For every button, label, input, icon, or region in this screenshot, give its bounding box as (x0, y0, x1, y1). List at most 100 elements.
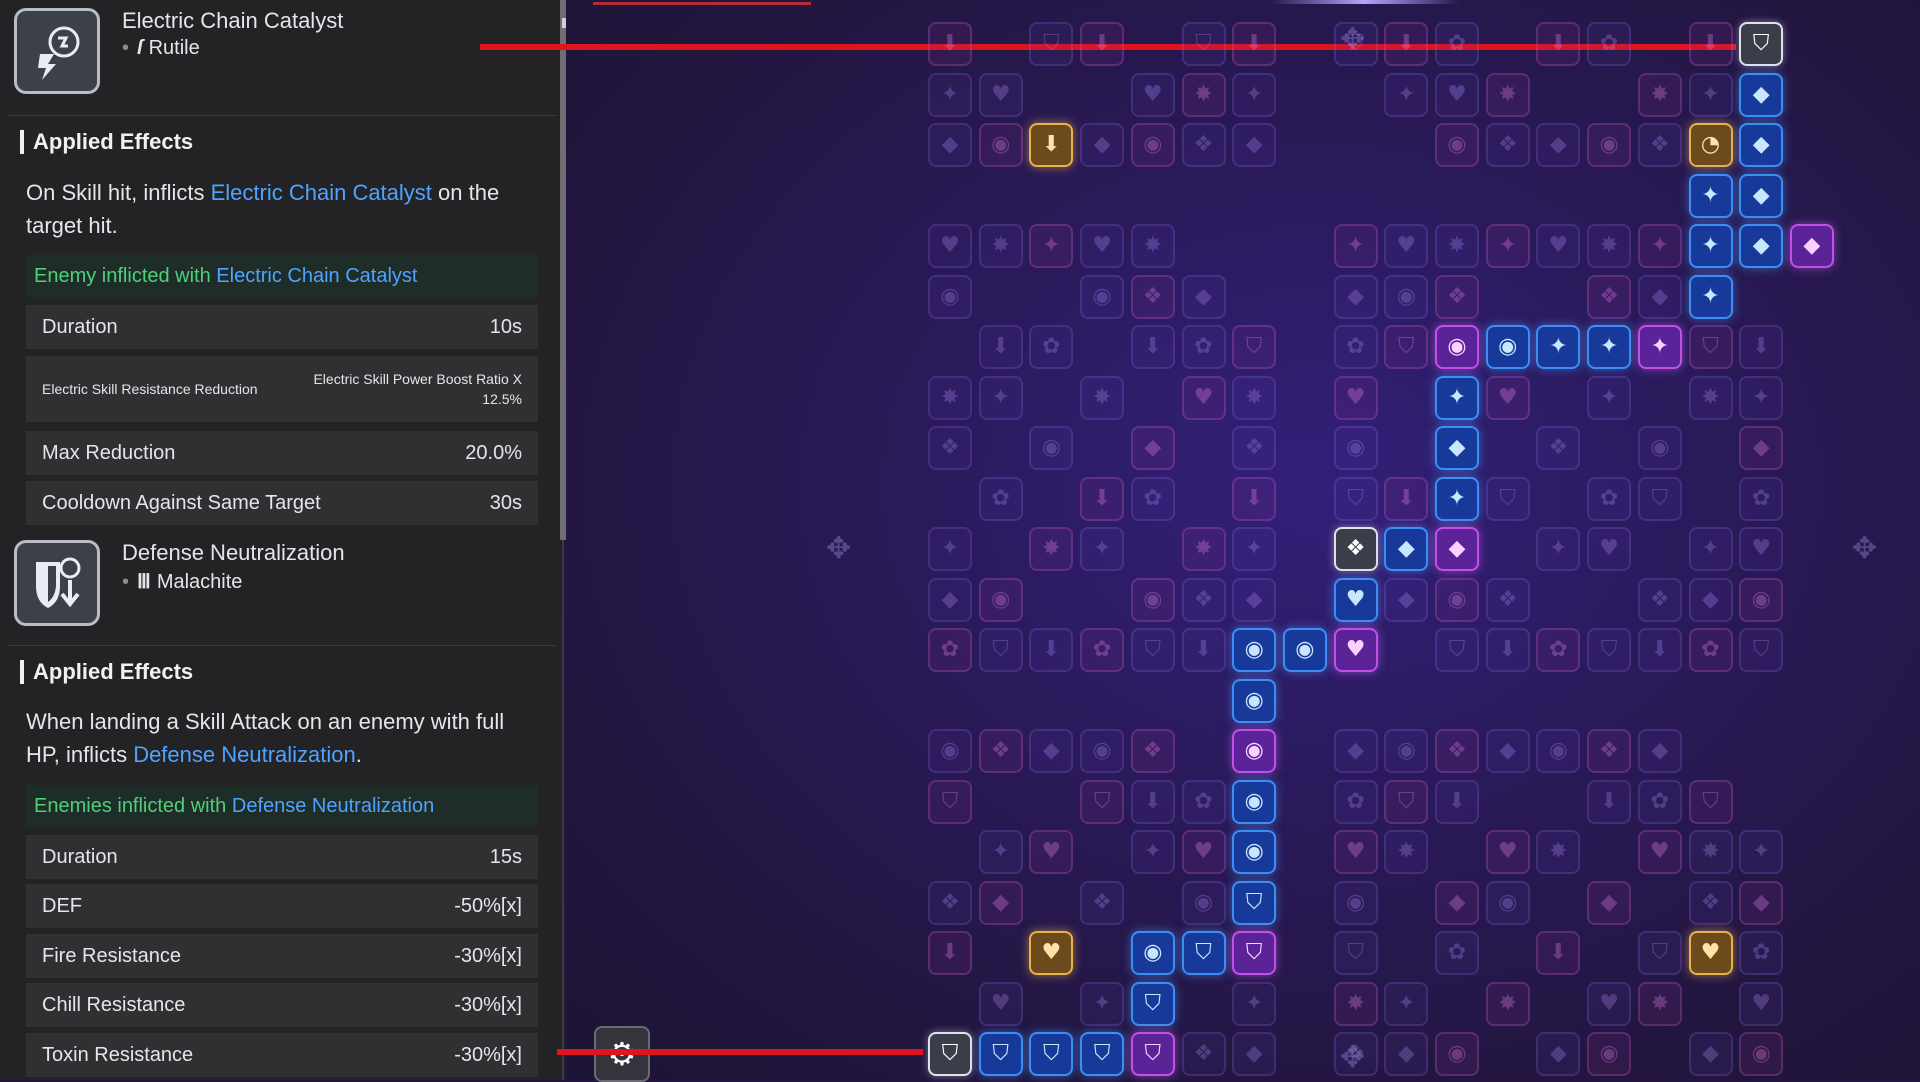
skill-node-locked[interactable]: ✦ (1232, 981, 1277, 1026)
skill-node-locked[interactable]: ◆ (928, 577, 972, 622)
skill-node-locked[interactable]: ❖ (1587, 274, 1632, 319)
skill-node-active[interactable]: ⛉ (1181, 931, 1226, 975)
skill-node-locked[interactable]: ✸ (928, 375, 972, 420)
skill-node-locked[interactable]: ◉ (928, 729, 972, 773)
skill-node-locked[interactable]: ◆ (1384, 577, 1429, 622)
skill-node-locked[interactable]: ❖ (1688, 880, 1733, 925)
skill-node-locked[interactable]: ⬇ (978, 325, 1023, 369)
skill-node-locked[interactable]: ⛉ (978, 628, 1023, 672)
skill-node-locked[interactable]: ❖ (928, 880, 972, 925)
skill-node-locked[interactable]: ◉ (1333, 880, 1378, 925)
skill-node-active[interactable]: ◉ (1282, 628, 1327, 672)
skill-node-active[interactable]: ◉ (1232, 729, 1277, 773)
skill-node-active[interactable]: ◉ (1232, 678, 1277, 723)
skill-node-locked[interactable]: ⬇ (1435, 779, 1479, 824)
skill-node-locked[interactable]: ◉ (1333, 426, 1378, 470)
skill-node-locked[interactable]: ✸ (1485, 72, 1530, 117)
skill-node-locked[interactable]: ⛉ (1435, 628, 1479, 672)
skill-node-locked[interactable]: ♥ (1181, 375, 1226, 420)
skill-node-active[interactable]: ✦ (1637, 325, 1682, 369)
skill-node-locked[interactable]: ⬇ (1080, 22, 1125, 66)
skill-node-locked[interactable]: ◆ (978, 880, 1023, 925)
skill-node-locked[interactable]: ◆ (1080, 123, 1125, 167)
skill-node-locked[interactable]: ❖ (1485, 123, 1530, 167)
skill-node-locked[interactable]: ✸ (1130, 224, 1175, 268)
skill-node-locked[interactable]: ⬇ (1080, 476, 1125, 521)
skill-node-locked[interactable]: ⬇ (1029, 628, 1074, 672)
skill-node-locked[interactable]: ✸ (1536, 830, 1581, 874)
effect-link[interactable]: Defense Neutralization (133, 742, 356, 767)
skill-node-locked[interactable]: ✦ (1587, 375, 1632, 420)
skill-node-locked[interactable]: ◆ (1130, 426, 1175, 470)
skill-node-active[interactable]: ◆ (1739, 224, 1784, 268)
skill-node-locked[interactable]: ♥ (1130, 72, 1175, 117)
skill-node-active[interactable]: ◆ (1739, 123, 1784, 167)
skill-node-locked[interactable]: ✸ (1080, 375, 1125, 420)
skill-node-locked[interactable]: ✦ (1232, 527, 1277, 571)
skill-node-locked[interactable]: ♥ (1536, 224, 1581, 268)
skill-node-locked[interactable]: ⬇ (1130, 779, 1175, 824)
skill-node-locked[interactable]: ❖ (1181, 123, 1226, 167)
skill-node-locked[interactable]: ◉ (1130, 577, 1175, 622)
skill-node-locked[interactable]: ⛉ (928, 779, 972, 824)
skill-node-locked[interactable]: ◆ (1333, 729, 1378, 773)
skill-node-locked[interactable]: ✦ (1536, 527, 1581, 571)
skill-node-locked[interactable]: ❖ (1181, 1032, 1226, 1076)
skill-node-locked[interactable]: ✦ (1130, 830, 1175, 874)
skill-node-locked[interactable]: ◉ (1637, 426, 1682, 470)
skill-node-locked[interactable]: ✿ (1181, 779, 1226, 824)
effect-link[interactable]: Defense Neutralization (232, 795, 434, 817)
skill-node-locked[interactable]: ✦ (1384, 981, 1429, 1026)
skill-node-active[interactable]: ◆ (1435, 527, 1479, 571)
skill-node-locked[interactable]: ✸ (1384, 830, 1429, 874)
skill-node-locked[interactable]: ◉ (1435, 123, 1479, 167)
skill-node-locked[interactable]: ⬇ (1181, 628, 1226, 672)
skill-node-locked[interactable]: ◆ (1739, 880, 1784, 925)
skill-node-locked[interactable]: ⛉ (1232, 325, 1277, 369)
skill-node-locked[interactable]: ✦ (1080, 981, 1125, 1026)
skill-node-locked[interactable]: ✦ (1485, 224, 1530, 268)
skill-node-locked[interactable]: ◉ (1739, 1032, 1784, 1076)
skill-node-locked[interactable]: ⛉ (1384, 325, 1429, 369)
skill-node-locked[interactable]: ♥ (1485, 830, 1530, 874)
skill-node-locked[interactable]: ◆ (1688, 577, 1733, 622)
skill-node-locked[interactable]: ⛉ (1080, 779, 1125, 824)
skill-node-locked[interactable]: ◉ (928, 274, 972, 319)
skill-node-locked[interactable]: ✦ (1080, 527, 1125, 571)
skill-node-active[interactable]: ◆ (1384, 527, 1429, 571)
skill-node-locked[interactable]: ⛉ (1485, 476, 1530, 521)
skill-node-locked[interactable]: ♥ (978, 72, 1023, 117)
skill-node-locked[interactable]: ◉ (1435, 1032, 1479, 1076)
skill-node-locked[interactable]: ♥ (1739, 527, 1784, 571)
skill-node-locked[interactable]: ✦ (928, 527, 972, 571)
skill-node-locked[interactable]: ◆ (1587, 880, 1632, 925)
skill-node-locked[interactable]: ◆ (1333, 274, 1378, 319)
skill-node-locked[interactable]: ◉ (978, 123, 1023, 167)
skill-node-locked[interactable]: ◉ (1587, 123, 1632, 167)
skill-node-locked[interactable]: ⛉ (1384, 779, 1429, 824)
skill-node-locked[interactable]: ✿ (928, 628, 972, 672)
skill-node-locked[interactable]: ◉ (1485, 880, 1530, 925)
skill-node-locked[interactable]: ⛉ (1637, 931, 1682, 975)
direction-arrow-icon[interactable]: ✥ (1340, 1040, 1365, 1075)
skill-node-locked[interactable]: ♥ (1637, 830, 1682, 874)
skill-node-active[interactable]: ♥ (1333, 577, 1378, 622)
skill-node-locked[interactable]: ❖ (1536, 426, 1581, 470)
skill-node-locked[interactable]: ♥ (978, 981, 1023, 1026)
skill-node-active[interactable]: ✦ (1688, 274, 1733, 319)
skill-node-locked[interactable]: ◆ (1536, 1032, 1581, 1076)
skill-node-locked[interactable]: ◆ (1029, 729, 1074, 773)
skill-node-locked[interactable]: ◉ (1029, 426, 1074, 470)
skill-node-locked[interactable]: ◉ (1130, 123, 1175, 167)
skill-node-locked[interactable]: ◆ (1637, 274, 1682, 319)
skill-node-active[interactable]: ✦ (1435, 375, 1479, 420)
skill-node-locked[interactable]: ✦ (1739, 830, 1784, 874)
skill-node-locked[interactable]: ❖ (1080, 880, 1125, 925)
skill-node-locked[interactable]: ⛉ (1029, 22, 1074, 66)
direction-arrow-icon[interactable]: ✥ (826, 531, 851, 566)
skill-node-active[interactable]: ❖ (1333, 527, 1378, 571)
skill-node-locked[interactable]: ◉ (1384, 274, 1429, 319)
skill-node-locked[interactable]: ◉ (1739, 577, 1784, 622)
skill-node-locked[interactable]: ❖ (1435, 729, 1479, 773)
skill-node-active[interactable]: ⛉ (928, 1032, 972, 1076)
